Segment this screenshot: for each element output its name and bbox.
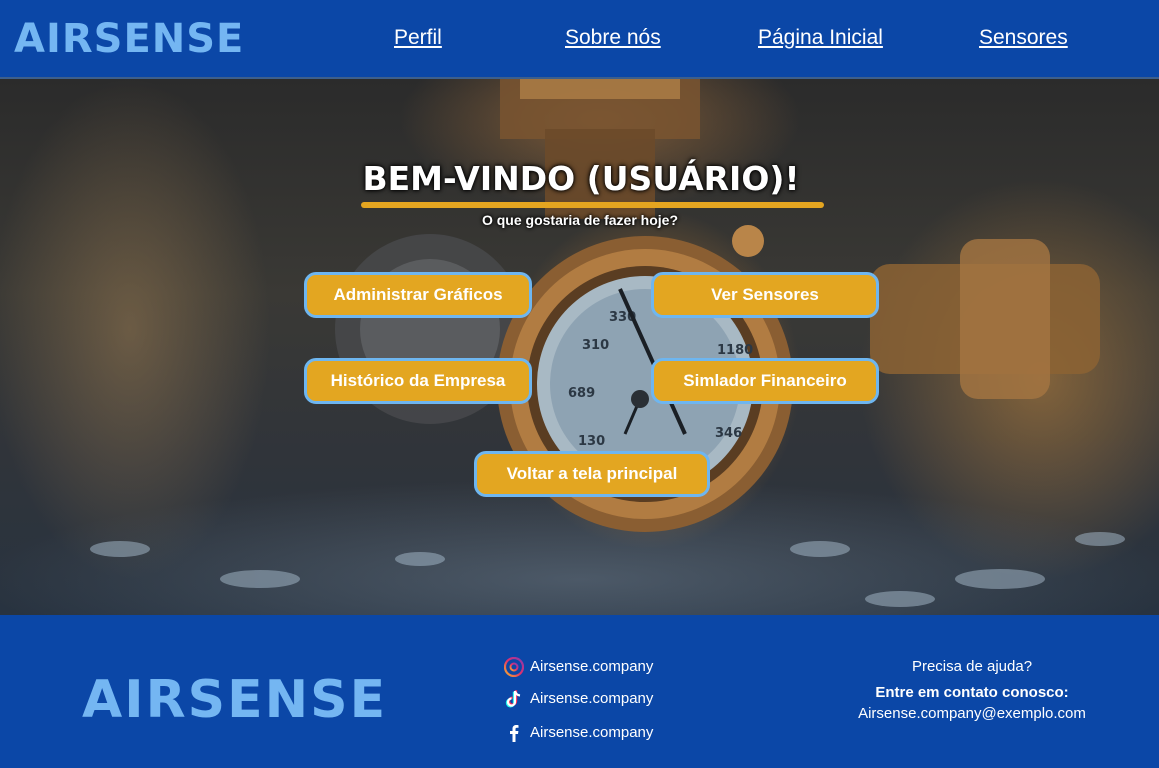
nav-link-sensores[interactable]: Sensores [979,26,1068,50]
gauge-tick-label: 130 [578,434,605,449]
nav-link-sobre-nos[interactable]: Sobre nós [565,26,661,50]
tiktok-icon [504,689,524,709]
welcome-subtitle: O que gostaria de fazer hoje? [481,212,679,228]
gauge-tick-label: 310 [582,338,609,353]
footer-airsense-logo: AIRSENSE [82,670,388,730]
nav-link-pagina-inicial[interactable]: Página Inicial [758,26,883,50]
gauge-tick-label: 346 [715,426,742,441]
social-label: Airsense.company [530,724,654,741]
footer: AIRSENSE Airsense.company Airsense.compa… [0,615,1159,768]
help-question: Precisa de ajuda? [911,658,1033,675]
ver-sensores-button[interactable]: Ver Sensores [651,272,879,318]
title-underline [361,202,824,208]
administrar-graficos-button[interactable]: Administrar Gráficos [304,272,532,318]
gauge-tick-label: 1180 [717,343,753,358]
simulador-financeiro-button[interactable]: Simlador Financeiro [651,358,879,404]
help-email-link[interactable]: Airsense.company@exemplo.com [840,704,1104,724]
social-label: Airsense.company [530,690,654,707]
help-contact-label: Entre em contato conosco: [875,684,1069,701]
threads-icon [504,657,524,677]
social-label: Airsense.company [530,658,654,675]
hero-section: 330 310 1180 689 130 346 BEM-VINDO (USUÁ… [0,79,1159,615]
airsense-logo[interactable]: AIRSENSE [14,14,244,64]
social-link-tiktok[interactable]: Airsense.company [504,689,653,709]
gauge-tick-label: 689 [568,386,595,401]
welcome-title: BEM-VINDO (USUÁRIO)! [362,159,800,198]
nav-link-perfil[interactable]: Perfil [394,26,442,50]
voltar-tela-principal-button[interactable]: Voltar a tela principal [474,451,710,497]
facebook-icon [504,723,524,743]
social-link-threads[interactable]: Airsense.company [504,657,653,677]
social-link-facebook[interactable]: Airsense.company [504,723,653,743]
header-bar: AIRSENSE Perfil Sobre nós Página Inicial… [0,0,1159,79]
historico-empresa-button[interactable]: Histórico da Empresa [304,358,532,404]
